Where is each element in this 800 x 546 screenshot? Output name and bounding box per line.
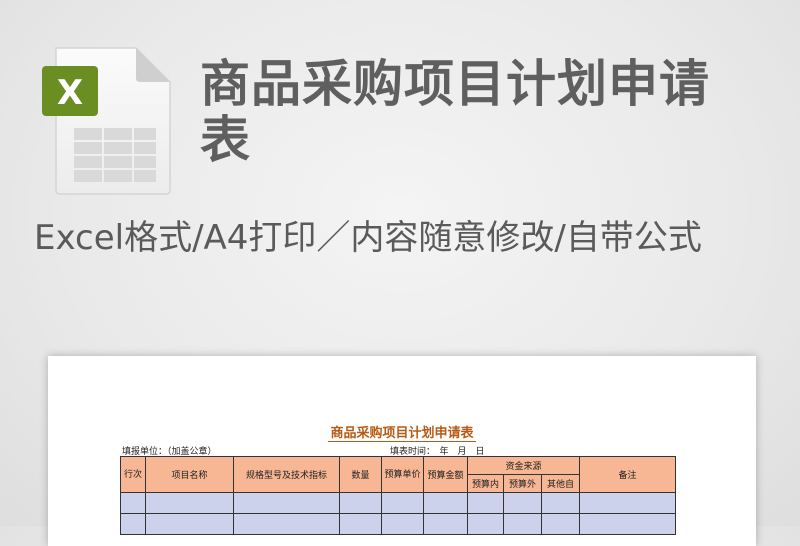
col-quantity: 数量 — [339, 456, 382, 493]
excel-file-icon: X — [42, 47, 171, 195]
document-title: 商品采购项目计划申请表 — [328, 426, 476, 442]
col-fund-inside: 预算内 — [467, 474, 504, 493]
page-title: 商品采购项目计划申请表 — [200, 55, 710, 169]
col-fund-outside: 预算外 — [503, 474, 542, 493]
col-budget-amount: 预算金额 — [423, 456, 468, 493]
col-fund-source: 资金来源 — [467, 456, 580, 475]
application-table: 行次 项目名称 规格型号及技术指标 数量 预算单价 预算金额 资金来源 备注 预… — [120, 456, 676, 535]
col-spec: 规格型号及技术指标 — [233, 456, 340, 493]
table-row — [120, 513, 676, 535]
spreadsheet-preview: 商品采购项目计划申请表 填报单位：（加盖公章） 填表时间： 年 月 日 行次 项… — [48, 356, 756, 546]
col-unit-budget: 预算单价 — [381, 456, 424, 493]
col-fund-own: 其他自 — [541, 474, 580, 493]
page-subtitle: Excel格式/A4打印／内容随意修改/自带公式 — [34, 218, 702, 258]
col-item-name: 项目名称 — [145, 456, 234, 493]
table-row — [120, 492, 676, 514]
col-remarks: 备注 — [579, 456, 676, 493]
excel-x-letter: X — [57, 73, 83, 113]
col-row-no: 行次 — [120, 456, 146, 493]
